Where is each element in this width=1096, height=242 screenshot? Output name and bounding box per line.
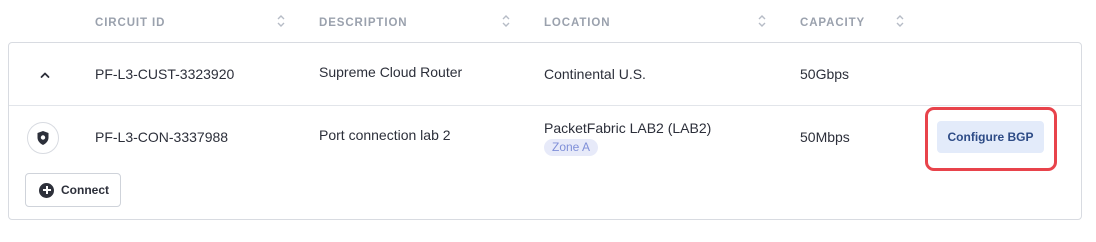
sort-icon[interactable] [757,14,767,28]
column-header-circuit-id[interactable]: CIRCUIT ID [95,17,165,29]
table-header: CIRCUIT ID DESCRIPTION LOCATION CAPACITY [0,0,1096,42]
capacity: 50Gbps [800,66,850,82]
location: Continental U.S. [544,66,646,82]
capacity: 50Mbps [800,129,850,145]
sort-icon[interactable] [895,14,905,28]
location: PacketFabric LAB2 (LAB2) [544,120,712,136]
connect-button[interactable]: Connect [25,173,121,207]
circuit-id: PF-L3-CUST-3323920 [95,66,235,82]
configure-bgp-button[interactable]: Configure BGP [937,121,1044,153]
description: Port connection lab 2 [319,127,451,143]
plus-circle-icon [39,182,54,198]
shield-icon[interactable] [27,122,59,154]
column-header-capacity[interactable]: CAPACITY [800,17,865,29]
column-header-description[interactable]: DESCRIPTION [319,17,408,29]
connect-label: Connect [61,183,109,197]
column-header-location[interactable]: LOCATION [544,17,610,29]
description: Supreme Cloud Router [319,64,463,80]
row-divider [9,105,1081,106]
chevron-up-icon[interactable] [37,67,53,83]
zone-badge: Zone A [544,139,599,156]
sort-icon[interactable] [276,14,286,28]
sort-icon[interactable] [501,14,511,28]
circuit-card: PF-L3-CUST-3323920 Supreme Cloud Router … [8,42,1082,220]
circuit-id: PF-L3-CON-3337988 [95,129,229,145]
